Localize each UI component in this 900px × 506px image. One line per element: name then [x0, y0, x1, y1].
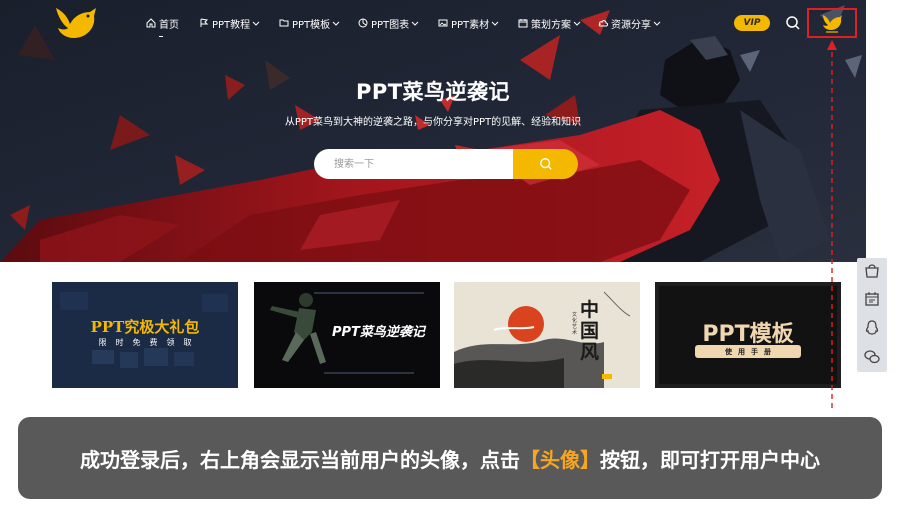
promo-card-chinese-style[interactable]: 中国风 文化艺术 — [454, 282, 640, 388]
promo-card-ppt-rookie[interactable]: PPT菜鸟逆袭记 — [254, 282, 440, 388]
wechat-icon[interactable] — [863, 348, 881, 366]
top-navigation-bar: 首页 PPT教程 PPT模板 PPT图表 PPT素材 策划方案 资源分享 VIP — [0, 0, 866, 46]
chart-icon — [358, 18, 368, 28]
nav-item-label: 资源分享 — [611, 19, 651, 31]
calendar-icon[interactable] — [863, 290, 881, 308]
active-indicator — [159, 36, 163, 37]
chevron-down-icon — [332, 21, 340, 26]
flag-icon — [200, 18, 209, 27]
instruction-caption: 成功登录后，右上角会显示当前用户的头像，点击 【头像】 按钮，即可打开用户中心 — [18, 417, 882, 499]
search-icon[interactable] — [785, 15, 801, 31]
card-subtitle: 限时免费领取 — [98, 338, 201, 347]
nav-item-ppt-chart[interactable]: PPT图表 — [358, 15, 419, 31]
calendar-icon — [518, 19, 528, 28]
card-title: PPT模板 — [702, 322, 794, 347]
card-title: PPT菜鸟逆袭记 — [332, 325, 425, 340]
promo-card-gift-pack[interactable]: PPT究极大礼包 限时免费领取 — [52, 282, 238, 388]
hero-title: PPT菜鸟逆袭记 — [355, 80, 511, 104]
chevron-down-icon — [491, 21, 499, 26]
promo-card-template-manual[interactable]: PPT模板 使用手册 — [655, 282, 841, 388]
image-icon — [438, 19, 448, 27]
nav-item-label: PPT素材 — [451, 19, 490, 31]
card-badge: 使用手册 — [695, 345, 801, 358]
chevron-down-icon — [252, 21, 260, 26]
card-tag: 文化艺术 — [572, 312, 578, 336]
chevron-down-icon — [653, 21, 661, 26]
hero-subtitle: 从PPT菜鸟到大神的逆袭之路，与你分享对PPT的见解、经验和知识 — [284, 117, 582, 128]
search-icon — [539, 158, 552, 170]
nav-item-ppt-material[interactable]: PPT素材 — [438, 15, 499, 31]
shop-icon[interactable] — [863, 262, 881, 280]
nav-item-label: 策划方案 — [531, 19, 571, 31]
folder-icon — [279, 19, 289, 27]
card-title: 中国风 — [580, 299, 600, 363]
nav-item-label: PPT模板 — [292, 19, 331, 31]
nav-item-ppt-tutorial[interactable]: PPT教程 — [199, 15, 260, 31]
cloud-icon — [598, 20, 608, 27]
nav-item-resource-share[interactable]: 资源分享 — [598, 15, 661, 31]
nav-item-home[interactable]: 首页 — [146, 15, 179, 31]
nav-item-label: PPT教程 — [212, 19, 251, 31]
home-icon — [146, 18, 156, 28]
nav-item-ppt-template[interactable]: PPT模板 — [279, 15, 340, 31]
card-background-art — [454, 282, 640, 388]
user-avatar-button[interactable] — [807, 8, 857, 38]
nav-item-planning[interactable]: 策划方案 — [518, 15, 581, 31]
chevron-down-icon — [411, 21, 419, 26]
caption-text-before: 成功登录后，右上角会显示当前用户的头像，点击 — [80, 447, 520, 472]
site-logo-bird-icon[interactable] — [54, 4, 98, 42]
red-dashed-indicator-arrow — [827, 40, 837, 408]
vip-button[interactable]: VIP — [734, 15, 770, 31]
caption-highlight: 【头像】 — [520, 447, 600, 472]
side-toolbar — [857, 258, 887, 372]
qq-icon[interactable] — [863, 319, 881, 337]
caption-text-after: 按钮，即可打开用户中心 — [600, 447, 820, 472]
card-title: PPT究极大礼包 — [90, 318, 200, 336]
chevron-down-icon — [573, 21, 581, 26]
search-button[interactable] — [513, 149, 578, 179]
nav-item-label: 首页 — [159, 19, 179, 31]
avatar — [823, 15, 842, 33]
nav-item-label: PPT图表 — [371, 19, 410, 31]
search-input[interactable] — [314, 149, 514, 179]
hero-search-bar — [314, 149, 578, 179]
hero-banner: 首页 PPT教程 PPT模板 PPT图表 PPT素材 策划方案 资源分享 VIP… — [0, 0, 866, 262]
